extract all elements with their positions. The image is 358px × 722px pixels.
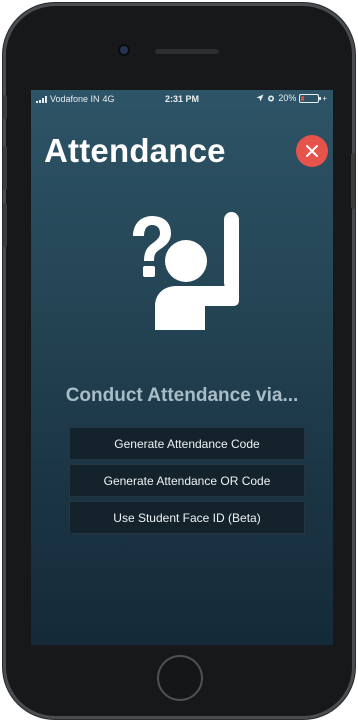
app-screen: Vodafone IN 4G 2:31 PM 20% + Attendance … — [31, 90, 333, 645]
battery-percent: 20% — [278, 93, 297, 103]
mute-switch — [3, 95, 7, 119]
conduct-subtitle: Conduct Attendance via... — [65, 385, 299, 406]
home-button[interactable] — [157, 655, 203, 701]
volume-up-button — [3, 146, 7, 190]
power-button — [351, 153, 355, 209]
attendance-options: Generate Attendance Code Generate Attend… — [69, 427, 305, 538]
page-title: Attendance — [44, 132, 226, 169]
phone-frame: Vodafone IN 4G 2:31 PM 20% + Attendance … — [3, 3, 355, 719]
status-indicators: 20% + — [256, 93, 327, 103]
battery-level — [301, 95, 305, 101]
generate-qr-code-button[interactable]: Generate Attendance OR Code — [69, 464, 305, 497]
rotation-lock-icon — [268, 95, 275, 102]
close-icon — [306, 145, 318, 157]
status-bar: Vodafone IN 4G 2:31 PM 20% + — [31, 90, 333, 108]
battery-icon — [299, 93, 322, 103]
location-arrow-icon — [256, 94, 264, 102]
face-id-button[interactable]: Use Student Face ID (Beta) — [69, 501, 305, 534]
close-button[interactable] — [296, 135, 328, 167]
charging-icon: + — [322, 93, 327, 103]
volume-down-button — [3, 203, 7, 247]
generate-code-button[interactable]: Generate Attendance Code — [69, 427, 305, 460]
raised-hand-question-icon — [133, 212, 239, 330]
front-camera — [120, 46, 128, 54]
earpiece-speaker — [155, 49, 219, 54]
